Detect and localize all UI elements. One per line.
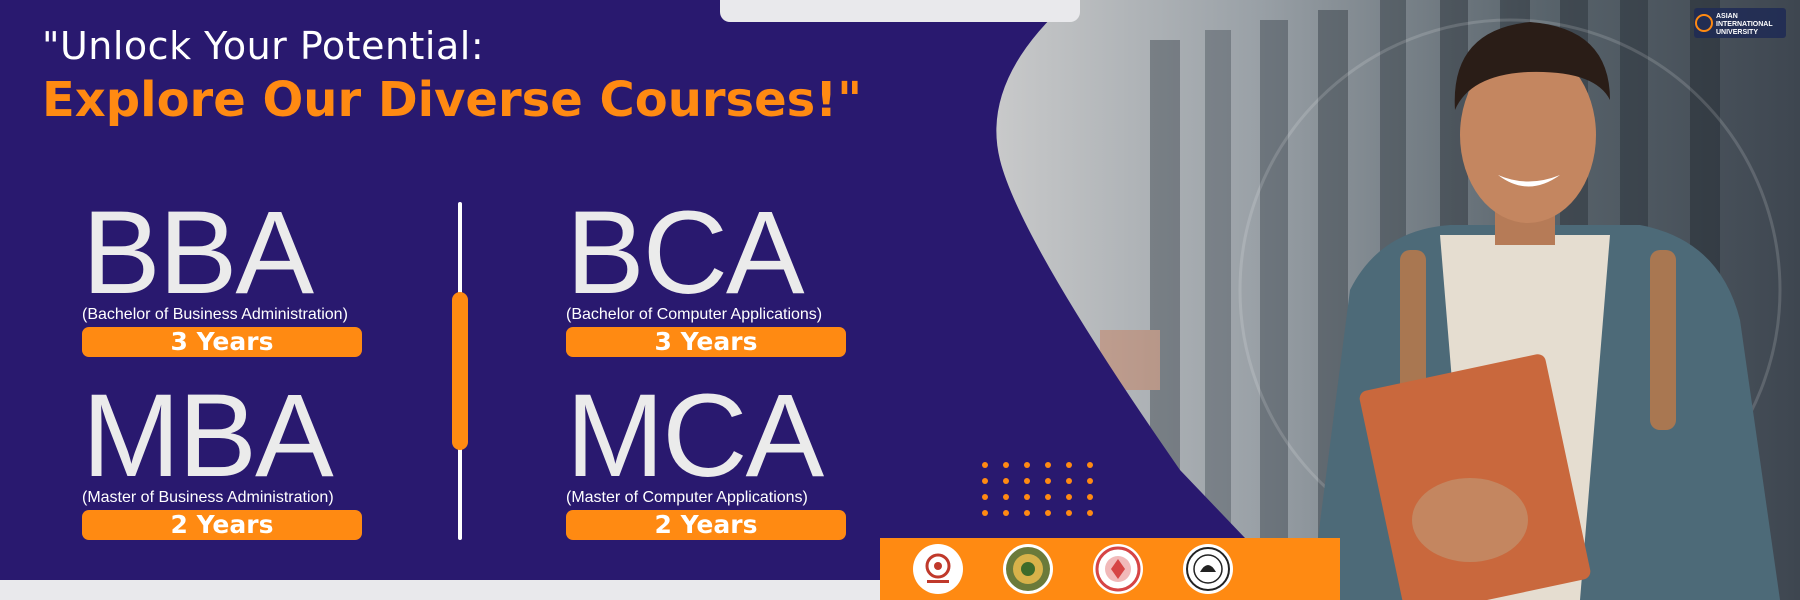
course-duration-badge: 3 Years [566,327,846,357]
headline-line-1: "Unlock Your Potential: [42,24,485,68]
ugc-seal-icon [913,544,963,594]
course-code: MCA [566,370,824,502]
bottom-strip [0,580,880,600]
svg-text:INTERNATIONAL: INTERNATIONAL [1716,21,1773,28]
course-banner[interactable]: "Unlock Your Potential: Explore Our Dive… [0,0,1800,600]
dot-pattern [982,462,1095,516]
course-full-name: (Bachelor of Business Administration) [82,306,348,323]
course-duration-badge: 2 Years [82,510,362,540]
course-code: BBA [82,187,314,319]
course-duration-badge: 2 Years [566,510,846,540]
course-full-name: (Master of Business Administration) [82,489,334,506]
course-bba[interactable]: BBA (Bachelor of Business Administration… [82,187,382,357]
university-logo: ASIAN INTERNATIONAL UNIVERSITY [1694,8,1786,38]
state-emblem-seal-icon [1003,544,1053,594]
top-pill-decoration [720,0,1080,22]
course-code: BCA [566,187,805,319]
svg-text:UNIVERSITY: UNIVERSITY [1716,29,1758,36]
course-bca[interactable]: BCA (Bachelor of Computer Applications) … [566,187,866,357]
course-mba[interactable]: MBA (Master of Business Administration) … [82,370,382,540]
course-duration-badge: 3 Years [82,327,362,357]
course-full-name: (Bachelor of Computer Applications) [566,306,823,323]
government-seal-icon [1093,544,1143,594]
council-seal-icon [1183,544,1233,594]
course-mca[interactable]: MCA (Master of Computer Applications) 2 … [566,370,866,540]
svg-text:ASIAN: ASIAN [1716,13,1738,20]
course-divider-accent [452,292,468,450]
course-code: MBA [82,370,334,502]
headline-line-2: Explore Our Diverse Courses!" [42,72,863,128]
